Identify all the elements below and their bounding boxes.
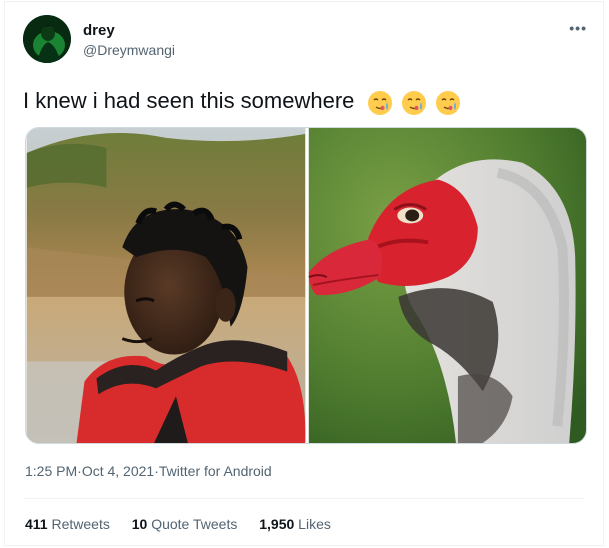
face-holding-back-tears-emoji	[435, 91, 460, 116]
quote-tweets-stat[interactable]: 10 Quote Tweets	[132, 516, 238, 532]
tweet-source[interactable]: Twitter for Android	[159, 463, 272, 479]
tweet-meta: 1:25 PM · Oct 4, 2021 · Twitter for Andr…	[25, 463, 272, 479]
divider	[23, 498, 585, 499]
retweets-count: 411	[25, 516, 48, 532]
quotes-count: 10	[131, 516, 148, 532]
quotes-label: Quote Tweets	[151, 516, 238, 532]
tweet-date[interactable]: Oct 4, 2021	[82, 463, 154, 479]
avatar[interactable]	[23, 15, 71, 63]
more-icon[interactable]: •••	[569, 20, 587, 36]
tweet-time[interactable]: 1:25 PM	[25, 463, 77, 479]
author-handle[interactable]: @Dreymwangi	[83, 42, 175, 58]
likes-count: 1,950	[259, 516, 295, 532]
retweets-label: Retweets	[51, 516, 110, 532]
engagement-stats: 411 Retweets 10 Quote Tweets 1,950 Likes	[25, 516, 349, 532]
photo-man-red-jacket[interactable]	[26, 128, 306, 443]
emoji-group	[365, 87, 461, 117]
face-holding-back-tears-emoji	[367, 91, 392, 116]
avatar-image	[23, 15, 71, 63]
retweets-stat[interactable]: 411 Retweets	[25, 516, 110, 532]
tweet-body: I knew i had seen this somewhere	[23, 86, 461, 117]
author-display-name[interactable]: drey	[83, 22, 115, 39]
tweet-text: I knew i had seen this somewhere	[23, 88, 355, 113]
likes-stat[interactable]: 1,950 Likes	[259, 516, 331, 532]
face-holding-back-tears-emoji	[401, 91, 426, 116]
photo-muscovy-duck[interactable]	[308, 128, 587, 443]
tweet-card: drey @Dreymwangi ••• I knew i had seen t…	[4, 1, 604, 546]
likes-label: Likes	[298, 516, 331, 532]
media-grid	[25, 127, 587, 444]
